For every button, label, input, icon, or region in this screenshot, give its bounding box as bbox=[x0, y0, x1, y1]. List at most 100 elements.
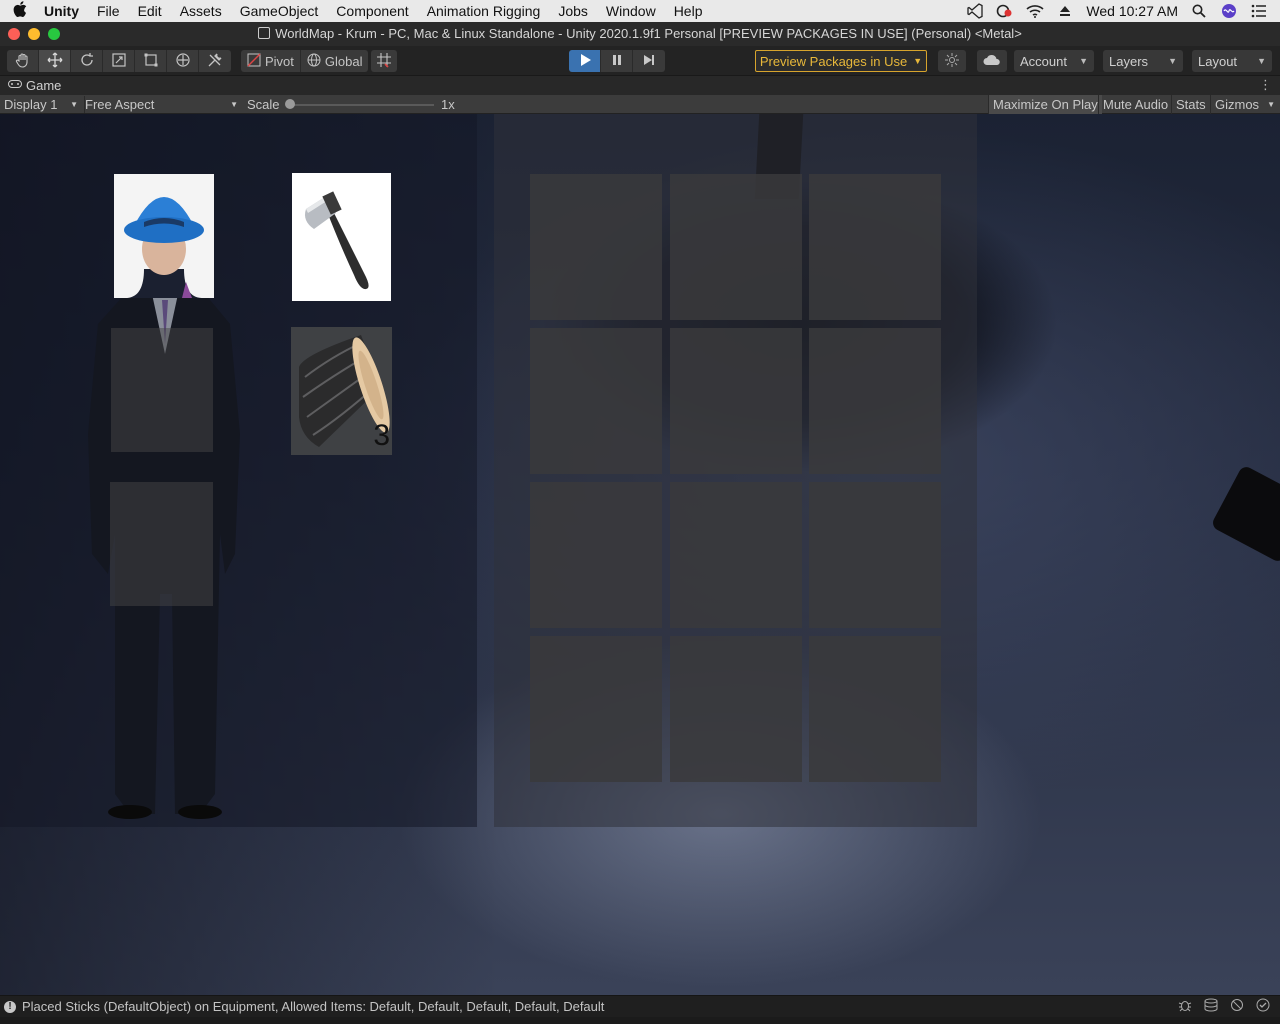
equipment-slot-hand[interactable] bbox=[292, 173, 391, 301]
inventory-slot[interactable] bbox=[670, 482, 802, 628]
grid-snap-button[interactable] bbox=[371, 50, 397, 72]
hand-icon bbox=[15, 52, 31, 71]
chevron-down-icon: ▼ bbox=[1267, 100, 1275, 109]
playback-controls bbox=[569, 50, 665, 72]
menu-component[interactable]: Component bbox=[327, 3, 417, 19]
inventory-slot[interactable] bbox=[809, 174, 941, 320]
inventory-slot[interactable] bbox=[530, 174, 662, 320]
pivot-icon bbox=[247, 53, 261, 70]
play-button[interactable] bbox=[569, 50, 601, 72]
menu-clock[interactable]: Wed 10:27 AM bbox=[1086, 3, 1178, 19]
eject-icon[interactable] bbox=[1056, 4, 1074, 18]
rotate-tool-button[interactable] bbox=[71, 50, 103, 72]
inventory-slot[interactable] bbox=[530, 636, 662, 782]
layers-label: Layers bbox=[1109, 53, 1149, 69]
layout-dropdown[interactable]: Layout ▼ bbox=[1192, 50, 1272, 72]
gizmos-label: Gizmos bbox=[1215, 97, 1260, 112]
progress-check-icon[interactable] bbox=[1256, 998, 1270, 1015]
vscode-icon[interactable] bbox=[966, 3, 984, 19]
menu-window[interactable]: Window bbox=[597, 3, 665, 19]
equipment-slot-offhand[interactable]: 3 bbox=[291, 327, 392, 455]
display-dropdown[interactable]: Display 1 ▼ bbox=[4, 96, 78, 113]
menu-assets[interactable]: Assets bbox=[171, 3, 231, 19]
status-bar: ! Placed Sticks (DefaultObject) on Equip… bbox=[0, 995, 1280, 1017]
cloud-services-button[interactable] bbox=[977, 50, 1007, 72]
preview-packages-label: Preview Packages in Use bbox=[759, 53, 908, 69]
account-label: Account bbox=[1020, 53, 1067, 69]
window-title: WorldMap - Krum - PC, Mac & Linux Standa… bbox=[0, 26, 1280, 41]
tab-menu-icon[interactable]: ⋮ bbox=[1259, 77, 1272, 93]
menu-file[interactable]: File bbox=[88, 3, 129, 19]
game-view-tab[interactable]: Game ⋮ bbox=[0, 76, 1280, 95]
chevron-down-icon: ▼ bbox=[1257, 56, 1266, 66]
move-tool-button[interactable] bbox=[39, 50, 71, 72]
menu-animation-rigging[interactable]: Animation Rigging bbox=[418, 3, 550, 19]
bug-icon[interactable] bbox=[1178, 998, 1192, 1015]
grid-snap-icon bbox=[376, 52, 392, 71]
cache-server-icon[interactable] bbox=[1204, 998, 1218, 1015]
inventory-slot[interactable] bbox=[530, 328, 662, 474]
pause-button[interactable] bbox=[601, 50, 633, 72]
custom-tools-button[interactable] bbox=[199, 50, 231, 72]
layout-label: Layout bbox=[1198, 53, 1238, 69]
global-toggle[interactable]: Global bbox=[301, 50, 369, 72]
globe-icon bbox=[307, 53, 321, 70]
maximize-on-play-label: Maximize On Play bbox=[993, 97, 1098, 112]
game-tab-label: Game bbox=[26, 78, 62, 93]
inventory-slot[interactable] bbox=[670, 636, 802, 782]
stats-toggle[interactable]: Stats bbox=[1171, 95, 1210, 114]
pause-icon bbox=[609, 52, 625, 71]
rect-tool-button[interactable] bbox=[135, 50, 167, 72]
siri-icon[interactable] bbox=[1220, 4, 1238, 18]
inventory-slot[interactable] bbox=[670, 328, 802, 474]
wifi-icon[interactable] bbox=[1026, 4, 1044, 18]
rock-object bbox=[1210, 464, 1280, 564]
transform-tool-button[interactable] bbox=[167, 50, 199, 72]
preview-packages-dropdown[interactable]: Preview Packages in Use ▼ bbox=[755, 50, 927, 72]
layers-dropdown[interactable]: Layers ▼ bbox=[1103, 50, 1183, 72]
rect-transform-icon bbox=[143, 52, 159, 71]
menu-help[interactable]: Help bbox=[665, 3, 712, 19]
bucket-hat-icon bbox=[114, 174, 214, 298]
stats-label: Stats bbox=[1176, 97, 1206, 112]
aspect-dropdown[interactable]: Free Aspect ▼ bbox=[84, 96, 238, 113]
move-arrows-icon bbox=[47, 52, 63, 71]
inventory-slot[interactable] bbox=[530, 482, 662, 628]
inventory-slot[interactable] bbox=[670, 174, 802, 320]
scale-slider-track[interactable] bbox=[289, 104, 434, 106]
equipment-slot-head[interactable] bbox=[114, 174, 214, 298]
menu-edit[interactable]: Edit bbox=[129, 3, 171, 19]
step-button[interactable] bbox=[633, 50, 665, 72]
pivot-toggle[interactable]: Pivot bbox=[241, 50, 301, 72]
game-viewport[interactable]: 3 bbox=[0, 114, 1280, 995]
spotlight-search-icon[interactable] bbox=[1190, 4, 1208, 18]
status-message[interactable]: Placed Sticks (DefaultObject) on Equipme… bbox=[22, 999, 604, 1014]
maximize-on-play-toggle[interactable]: Maximize On Play bbox=[988, 95, 1102, 114]
inventory-slot[interactable] bbox=[809, 636, 941, 782]
inventory-slot[interactable] bbox=[809, 482, 941, 628]
scale-icon bbox=[111, 52, 127, 71]
account-dropdown[interactable]: Account ▼ bbox=[1014, 50, 1094, 72]
scale-tool-button[interactable] bbox=[103, 50, 135, 72]
inventory-slot[interactable] bbox=[809, 328, 941, 474]
notification-center-icon[interactable] bbox=[1250, 4, 1268, 18]
step-icon bbox=[641, 52, 657, 71]
apple-menu-icon[interactable] bbox=[0, 1, 40, 21]
hand-tool-button[interactable] bbox=[7, 50, 39, 72]
scale-slider-thumb[interactable] bbox=[285, 99, 295, 109]
menu-app-unity[interactable]: Unity bbox=[40, 3, 88, 19]
global-label: Global bbox=[324, 53, 363, 69]
menu-jobs[interactable]: Jobs bbox=[549, 3, 597, 19]
mute-audio-label: Mute Audio bbox=[1103, 97, 1169, 112]
mute-audio-toggle[interactable]: Mute Audio bbox=[1098, 95, 1172, 114]
menu-gameobject[interactable]: GameObject bbox=[231, 3, 328, 19]
auto-generate-lighting-icon[interactable] bbox=[1230, 998, 1244, 1015]
collab-button[interactable] bbox=[938, 50, 966, 72]
info-icon: ! bbox=[4, 1000, 16, 1013]
pivot-label: Pivot bbox=[265, 53, 294, 69]
equipment-slot-torso[interactable] bbox=[111, 328, 213, 452]
equipment-slot-legs[interactable] bbox=[110, 482, 213, 606]
gizmos-toggle[interactable]: Gizmos ▼ bbox=[1210, 95, 1280, 114]
transform-gizmo-icon bbox=[175, 52, 191, 71]
creative-cloud-icon[interactable] bbox=[996, 4, 1014, 18]
